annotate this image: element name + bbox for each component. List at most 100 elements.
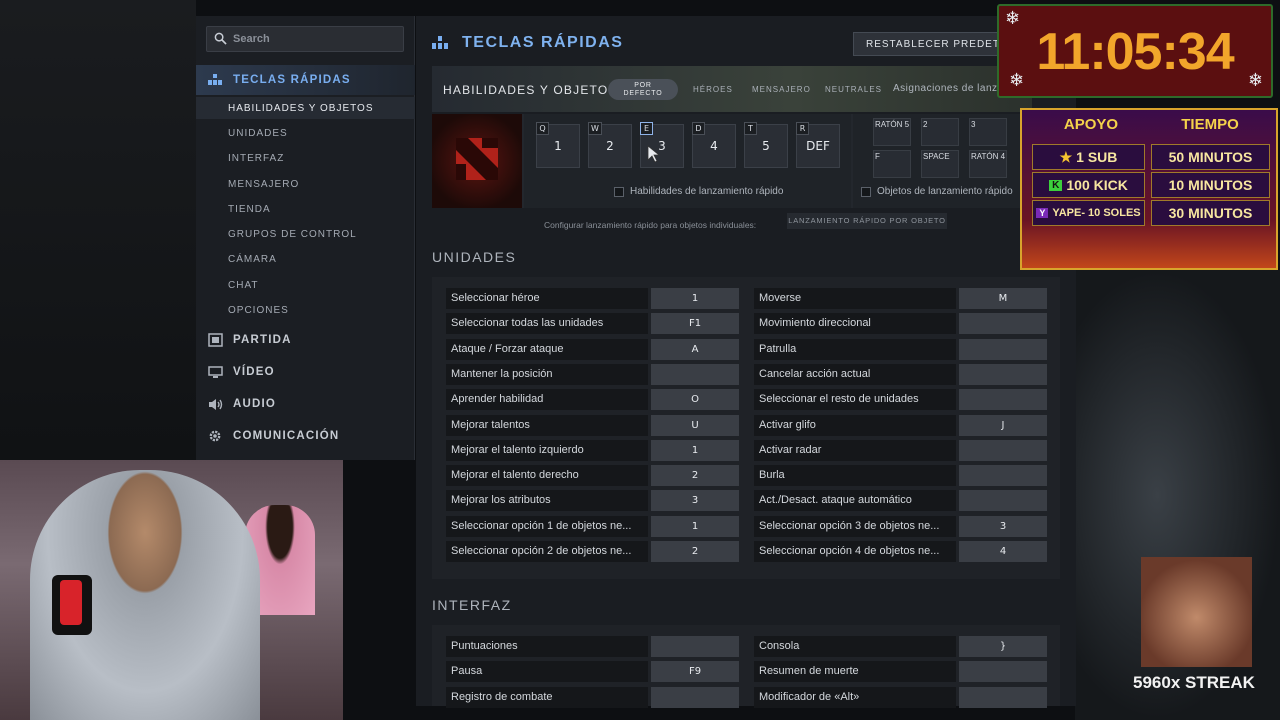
hotkey-binding-button[interactable] <box>651 686 739 708</box>
promo-row-left: Y YAPE- 10 SOLES <box>1032 200 1145 226</box>
slot-cap: RATÓN 4 <box>971 152 1006 161</box>
stream-background-left <box>0 0 196 460</box>
clock-time: 11:05:34 <box>1036 23 1234 81</box>
ability-hotkeys-panel: Q1 W2 E3 D4 T5 R DEF Habilidades de lanza… <box>432 114 1032 208</box>
hotkey-binding-button[interactable] <box>959 338 1047 360</box>
hotkey-binding-button[interactable]: O <box>651 389 739 411</box>
quickcast-abilities-checkbox[interactable]: Habilidades de lanzamiento rápido <box>614 186 783 197</box>
hotkey-binding-button[interactable]: 2 <box>651 541 739 562</box>
hotkey-binding-button[interactable] <box>959 363 1047 385</box>
hotkey-label: Seleccionar opción 3 de objetos ne... <box>754 515 956 537</box>
monitor-icon <box>207 364 223 380</box>
star-icon: ★ <box>1059 148 1073 165</box>
hotkey-binding-button[interactable] <box>959 439 1047 461</box>
hotkey-label: Mejorar talentos <box>446 414 648 436</box>
hotkey-label: Mejorar el talento izquierdo <box>446 439 648 461</box>
subitem-camera[interactable]: CÁMARA <box>228 254 277 265</box>
game-icon <box>207 332 223 348</box>
sidebar-item-game[interactable]: PARTIDA <box>196 325 415 355</box>
ability-key-q[interactable]: Q1 <box>536 122 580 168</box>
quickcast-items-checkbox[interactable]: Objetos de lanzamiento rápido <box>861 186 1013 197</box>
item-slot-1[interactable]: RATÓN 5 <box>873 118 911 146</box>
hotkey-label: Seleccionar el resto de unidades <box>754 389 956 411</box>
subitem-options[interactable]: OPCIONES <box>228 305 289 316</box>
hotkey-binding-button[interactable] <box>651 636 739 657</box>
hotkey-binding-button[interactable]: 3 <box>959 515 1047 537</box>
subitem-abilities-items[interactable]: HABILIDADES Y OBJETOS <box>228 103 374 114</box>
units-hotkeys-block: Seleccionar héroe 1 Seleccionar todas las … <box>432 277 1060 579</box>
sidebar-item-hotkeys[interactable]: TECLAS RÁPIDAS <box>196 65 415 95</box>
item-slots-panel: RATÓN 5 2 3 F SPACE RATÓN 4 Objetos de l… <box>853 114 1032 208</box>
sidebar-item-label: TECLAS RÁPIDAS <box>233 74 351 86</box>
checkbox-label: Habilidades de lanzamiento rápido <box>630 186 784 197</box>
hotkey-binding-button[interactable]: 1 <box>651 439 739 461</box>
tab-cast-bindings[interactable]: Asignaciones de lanz... <box>893 83 1007 94</box>
item-slot-6[interactable]: RATÓN 4 <box>969 150 1007 178</box>
hotkey-binding-button[interactable]: M <box>959 288 1047 309</box>
hotkey-binding-button[interactable]: J <box>959 414 1047 436</box>
promo-row-left: ★ 1 SUB <box>1032 144 1145 170</box>
promo-row-right: 10 MINUTOS <box>1151 172 1270 198</box>
hotkey-label: Mejorar el talento derecho <box>446 465 648 487</box>
item-slot-2[interactable]: 2 <box>921 118 959 146</box>
hotkey-binding-button[interactable]: 2 <box>651 465 739 487</box>
key-cap: R <box>796 122 809 135</box>
hotkey-binding-button[interactable]: 3 <box>651 490 739 512</box>
webcam-overlay <box>0 460 343 720</box>
sidebar-item-communication[interactable]: COMUNICACIÓN <box>196 421 415 451</box>
promo-right-text: 10 MINUTOS <box>1168 177 1253 193</box>
sidebar-item-video[interactable]: VÍDEO <box>196 357 415 387</box>
ability-keys: Q1 W2 E3 D4 T5 R DEF Habilidades de lanza… <box>524 114 851 208</box>
quickcast-per-item-button[interactable]: LANZAMIENTO RÁPIDO POR OBJETO <box>787 213 947 229</box>
ability-key-e[interactable]: E3 <box>640 122 684 168</box>
subitem-control-groups[interactable]: GRUPOS DE CONTROL <box>228 229 357 240</box>
promo-row-left: K 100 KICK <box>1032 172 1145 198</box>
search-input[interactable]: Search <box>206 26 404 52</box>
hotkey-binding-button[interactable]: A <box>651 338 739 360</box>
hotkey-label: Seleccionar opción 1 de objetos ne... <box>446 515 648 537</box>
ability-key-d[interactable]: D4 <box>692 122 736 168</box>
promo-col-time: TIEMPO <box>1181 116 1239 133</box>
stream-clock: ❄ ❄ ❄ 11:05:34 <box>997 4 1273 98</box>
hotkey-binding-button[interactable] <box>959 313 1047 335</box>
hotkey-binding-button[interactable]: F9 <box>651 661 739 683</box>
sidebar-item-audio[interactable]: AUDIO <box>196 389 415 419</box>
promo-col-support: APOYO <box>1063 116 1119 133</box>
tab-heroes[interactable]: HÉROES <box>693 85 733 94</box>
hotkey-binding-button[interactable]: U <box>651 414 739 436</box>
hotkey-binding-button[interactable]: 4 <box>959 541 1047 562</box>
item-slot-3[interactable]: 3 <box>969 118 1007 146</box>
hotkey-binding-button[interactable]: 1 <box>651 515 739 537</box>
hotkey-label: Consola <box>754 636 956 657</box>
reset-defaults-button[interactable]: RESTABLECER PREDETER <box>853 32 1003 56</box>
hotkey-binding-button[interactable] <box>651 363 739 385</box>
tab-neutrals[interactable]: NEUTRALES <box>825 85 882 94</box>
key-cap: D <box>692 122 705 135</box>
tab-courier[interactable]: MENSAJERO <box>752 85 811 94</box>
tab-abilities-items[interactable]: HABILIDADES Y OBJETOS <box>443 83 618 97</box>
subitem-interface[interactable]: INTERFAZ <box>228 153 284 164</box>
ability-key-w[interactable]: W2 <box>588 122 632 168</box>
subitem-shop[interactable]: TIENDA <box>228 204 271 215</box>
hotkey-binding-button[interactable] <box>959 465 1047 487</box>
hotkey-binding-button[interactable]: F1 <box>651 313 739 335</box>
default-preset-pill[interactable]: POR DEFECTO <box>608 79 678 100</box>
item-slot-5[interactable]: SPACE <box>921 150 959 178</box>
promo-row: K 100 KICK 10 MINUTOS <box>1032 172 1270 198</box>
interface-hotkeys-block: Puntuaciones Pausa F9 Registro de combate Co… <box>432 625 1060 708</box>
subitem-chat[interactable]: CHAT <box>228 280 258 291</box>
hotkey-binding-button[interactable] <box>959 389 1047 411</box>
hotkey-binding-button[interactable]: 1 <box>651 288 739 309</box>
subitem-units[interactable]: UNIDADES <box>228 128 288 139</box>
ability-key-r[interactable]: R DEF <box>796 122 840 168</box>
hotkey-binding-button[interactable]: } <box>959 636 1047 657</box>
slot-cap: F <box>875 152 880 161</box>
item-slot-4[interactable]: F <box>873 150 911 178</box>
hotkey-binding-button[interactable] <box>959 661 1047 683</box>
hotkey-label: Mejorar los atributos <box>446 490 648 512</box>
hotkey-label: Seleccionar opción 4 de objetos ne... <box>754 541 956 562</box>
subitem-courier[interactable]: MENSAJERO <box>228 179 299 190</box>
hotkey-binding-button[interactable] <box>959 490 1047 512</box>
ability-key-t[interactable]: T5 <box>744 122 788 168</box>
hotkey-binding-button[interactable] <box>959 686 1047 708</box>
